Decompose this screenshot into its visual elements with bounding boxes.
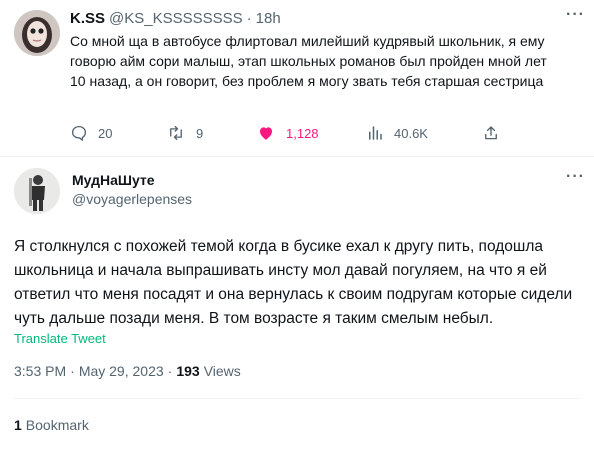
share-icon (485, 126, 497, 140)
quoted-author-name[interactable]: K.SS (70, 10, 105, 27)
bookmark-count: 1 (14, 417, 22, 433)
meta-dot: · (70, 363, 75, 379)
retweet-icon (170, 125, 182, 141)
tweet-meta: 3:53 PM · May 29, 2023 · 193 Views (14, 363, 241, 379)
like-count: 1,128 (286, 125, 319, 141)
quoted-more-icon[interactable]: ··· (566, 6, 585, 24)
avatar-image (14, 10, 60, 56)
tweet-time[interactable]: 3:53 PM (14, 363, 66, 379)
bookmark-stat[interactable]: 1 Bookmark (14, 417, 89, 433)
avatar-kss[interactable] (14, 10, 60, 56)
main-tweet-text: Я столкнулся с похожей темой когда в бус… (14, 238, 573, 327)
tweet-date[interactable]: May 29, 2023 (79, 363, 164, 379)
retweet-action[interactable]: 9 (166, 124, 203, 142)
views-action[interactable]: 40.6K (366, 124, 428, 142)
avatar-mudnashute[interactable] (14, 168, 60, 214)
quoted-tweet-header: K.SS @KS_KSSSSSSSS · 18h (70, 10, 281, 27)
views-icon (369, 126, 382, 140)
bookmark-label: Bookmark (25, 417, 89, 433)
quoted-tweet-text: Со мной ща в автобусе флиртовал милейший… (70, 33, 547, 89)
meta-divider (14, 398, 580, 399)
like-action[interactable]: 1,128 (256, 124, 319, 142)
meta-dot: · (167, 363, 173, 379)
quoted-author-handle[interactable]: @KS_KSSSSSSSS (109, 10, 243, 27)
main-author-name[interactable]: МудНаШуте (72, 172, 155, 188)
header-separator: · (246, 10, 252, 27)
views-label: Views (203, 363, 241, 379)
reply-icon (71, 125, 87, 141)
main-author-handle[interactable]: @voyagerlepenses (72, 191, 192, 207)
retweet-count: 9 (196, 125, 204, 141)
views-count: 40.6K (394, 125, 428, 141)
quoted-tweet-time[interactable]: 18h (256, 10, 281, 27)
main-more-icon[interactable]: ··· (566, 168, 585, 186)
share-action[interactable] (482, 124, 500, 147)
views-count-main: 193 (176, 363, 200, 379)
tweet-divider (0, 156, 594, 157)
translate-tweet-link[interactable]: Translate Tweet (14, 331, 106, 346)
avatar-image (14, 168, 60, 214)
heart-icon (260, 127, 272, 140)
reply-count: 20 (98, 125, 113, 141)
reply-action[interactable]: 20 (70, 124, 112, 142)
